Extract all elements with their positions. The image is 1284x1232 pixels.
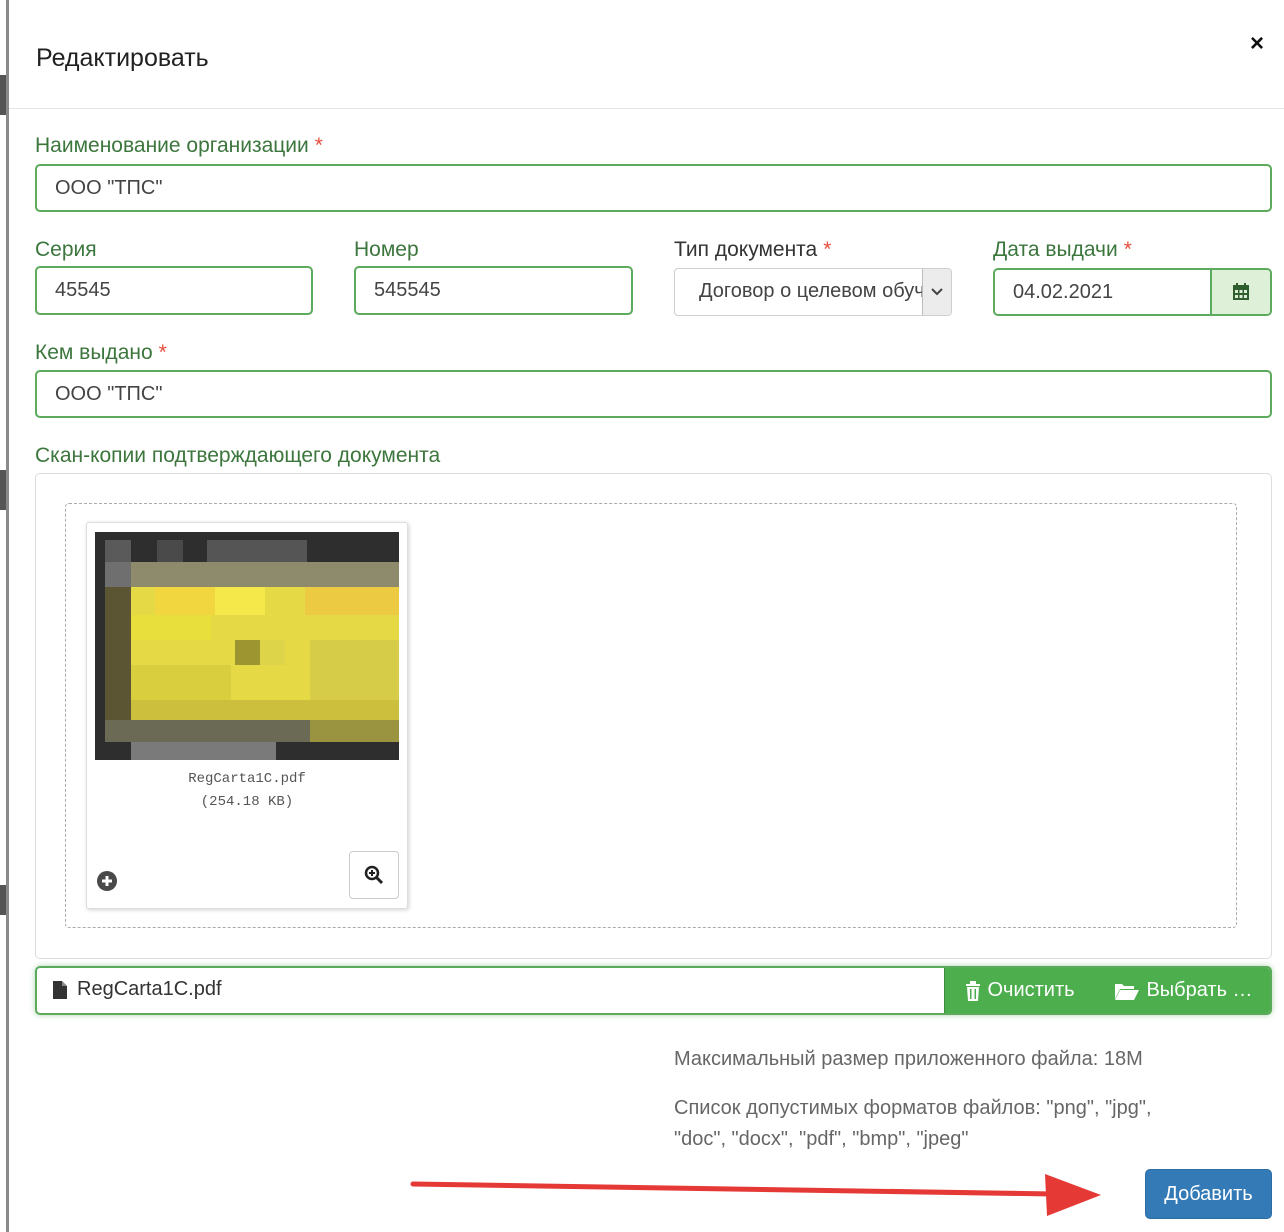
file-thumbnail (95, 532, 399, 760)
issue-date-input[interactable] (995, 270, 1213, 314)
file-icon (53, 980, 67, 999)
org-name-label: Наименование организации * (35, 134, 323, 157)
issued-by-label: Кем выдано * (35, 341, 167, 364)
plus-circle-icon[interactable] (96, 870, 118, 892)
file-input-group: RegCarta1C.pdf Очистить Выбрать … (35, 966, 1272, 1015)
add-button[interactable]: Добавить (1145, 1169, 1272, 1219)
number-input[interactable] (354, 266, 633, 315)
calendar-icon[interactable] (1210, 270, 1270, 314)
required-mark: * (314, 134, 323, 157)
doc-type-label: Тип документа * (674, 238, 832, 261)
chevron-down-icon[interactable] (922, 269, 951, 315)
org-name-input[interactable] (35, 164, 1272, 212)
close-icon[interactable]: × (1250, 30, 1264, 58)
background-page-edge (0, 0, 9, 1232)
issue-date-label: Дата выдачи * (993, 238, 1132, 261)
header-divider (9, 108, 1284, 109)
upload-label: Скан-копии подтверждающего документа (35, 444, 441, 467)
browse-button[interactable]: Выбрать … (1095, 968, 1270, 1013)
issued-by-input[interactable] (35, 370, 1272, 418)
zoom-in-icon[interactable] (349, 851, 399, 899)
preview-caption: RegCarta1C.pdf (254.18 KB) (86, 768, 408, 814)
annotation-arrow (405, 1160, 1105, 1225)
required-mark: * (1123, 238, 1132, 261)
doc-type-selected-value: Договор о целевом обучении (699, 280, 925, 302)
preview-file-name: RegCarta1C.pdf (188, 771, 306, 787)
max-size-text: Максимальный размер приложенного файла: … (674, 1048, 1143, 1070)
trash-icon (966, 980, 981, 1001)
file-caption: RegCarta1C.pdf (53, 978, 222, 1001)
modal-title: Редактировать (36, 44, 209, 72)
file-caption-text: RegCarta1C.pdf (77, 978, 222, 1000)
series-input[interactable] (35, 266, 313, 315)
required-mark: * (158, 341, 167, 364)
formats-text-line1: Список допустимых форматов файлов: "png"… (674, 1097, 1152, 1119)
folder-open-icon (1115, 983, 1140, 1000)
preview-file-size: (254.18 KB) (200, 794, 294, 810)
required-mark: * (823, 238, 832, 261)
series-label: Серия (35, 238, 97, 261)
doc-type-select[interactable]: Договор о целевом обучении (674, 268, 952, 316)
formats-text-line2: "doc", "docx", "pdf", "bmp", "jpeg" (674, 1128, 969, 1150)
issue-date-group (993, 268, 1272, 316)
number-label: Номер (354, 238, 419, 261)
clear-button[interactable]: Очистить (944, 968, 1096, 1013)
